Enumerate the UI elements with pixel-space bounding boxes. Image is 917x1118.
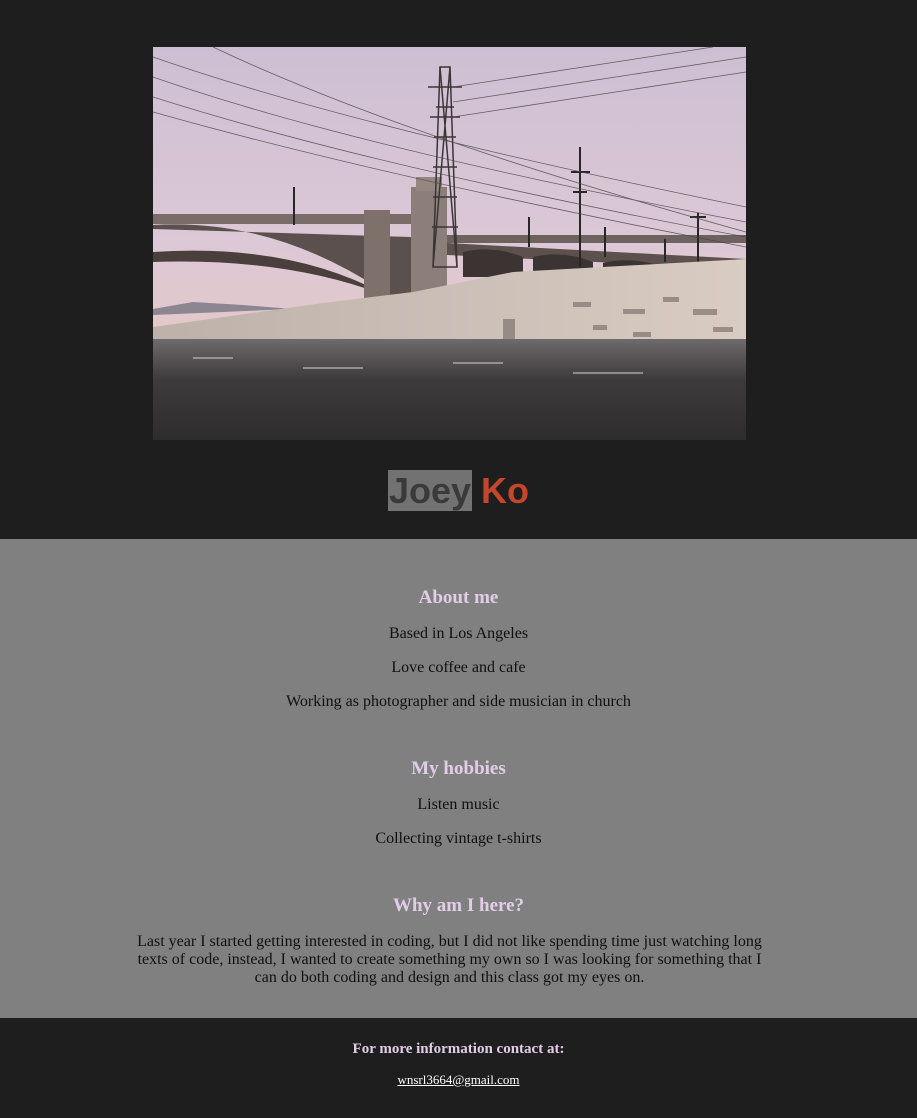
contact-label: For more information contact at: bbox=[352, 1041, 565, 1057]
footer: For more information contact at: wnsrl36… bbox=[0, 1018, 917, 1118]
why-heading: Why am I here? bbox=[392, 895, 525, 916]
name-first: Joey bbox=[387, 470, 473, 511]
name-last: Ko bbox=[481, 470, 530, 511]
hobbies-heading: My hobbies bbox=[411, 758, 506, 779]
main-content: About me Based in Los Angeles Love coffe… bbox=[0, 539, 917, 1018]
header: Joey Ko bbox=[0, 0, 917, 539]
site-title: Joey Ko bbox=[0, 469, 917, 513]
about-heading: About me bbox=[418, 587, 499, 608]
about-item: Working as photographer and side musicia… bbox=[286, 693, 631, 710]
about-item: Based in Los Angeles bbox=[388, 625, 529, 642]
why-paragraph: Last year I started getting interested i… bbox=[137, 933, 762, 986]
hobby-item: Listen music bbox=[417, 796, 500, 813]
hero-image-bridge bbox=[153, 47, 746, 440]
about-item: Love coffee and cafe bbox=[391, 659, 526, 676]
hobby-item: Collecting vintage t-shirts bbox=[375, 830, 542, 847]
email-link[interactable]: wnsrl3664@gmail.com bbox=[0, 1072, 917, 1088]
